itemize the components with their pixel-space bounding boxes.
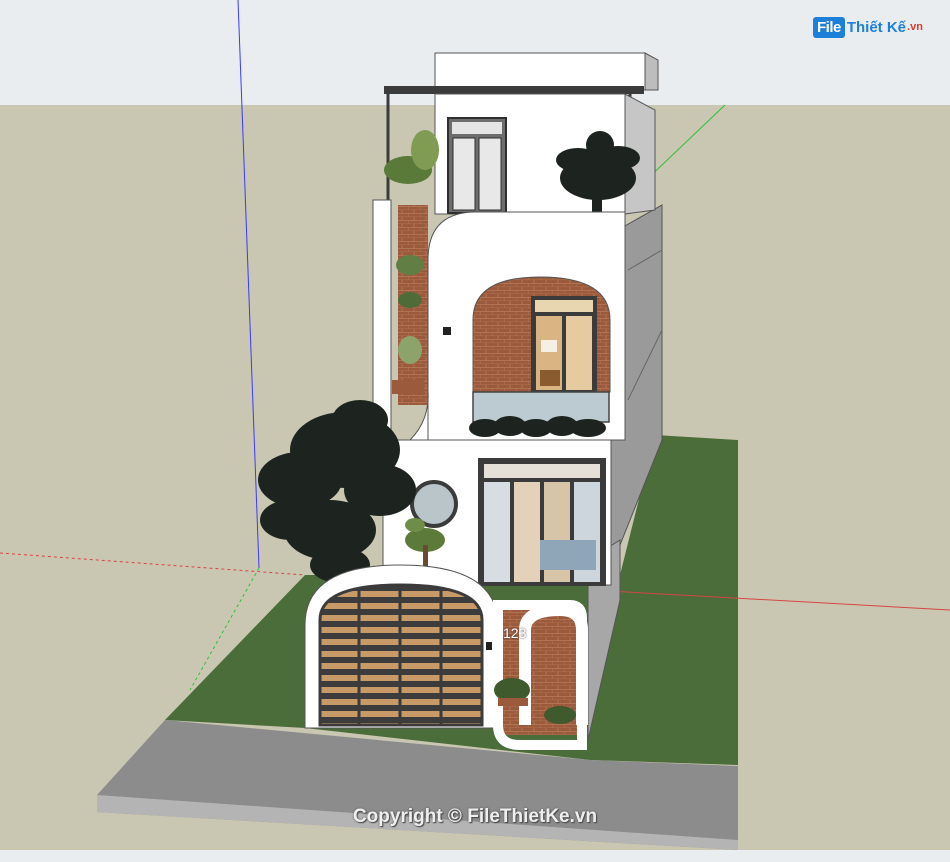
house-number: 123 — [503, 625, 527, 641]
roof-parapet — [434, 52, 646, 91]
glass-balustrade — [472, 391, 610, 423]
pergola-beam — [384, 86, 644, 94]
filethietke-logo: File Thiết Kế .vn — [813, 14, 923, 40]
logo-prefix: File — [813, 16, 845, 38]
copyright-watermark: Copyright © FileThietKe.vn — [352, 806, 598, 827]
sketchup-viewport[interactable]: File Thiết Kế .vn 123 Copyright © FileTh… — [0, 0, 950, 862]
logo-tld: .vn — [907, 21, 923, 33]
logo-name: Thiết Kế — [846, 18, 907, 36]
status-strip — [0, 850, 950, 862]
